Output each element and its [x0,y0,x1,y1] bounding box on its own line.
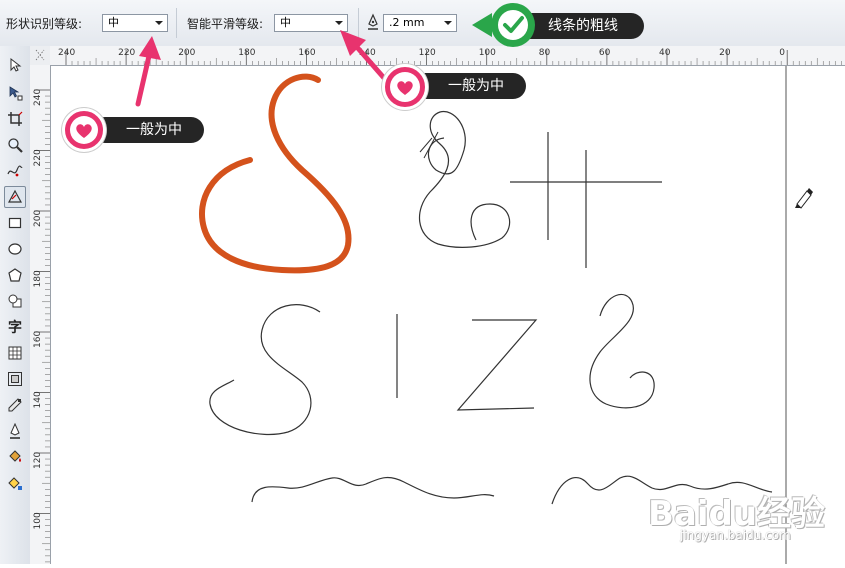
ruler-tick-label: 20 [719,48,731,58]
smart-drawing-tool-icon[interactable] [4,186,26,208]
ellipse-tool-icon[interactable] [4,238,26,260]
vertical-ruler[interactable]: 240 220 200 180 160 140 120 100 [30,65,51,564]
chevron-down-icon [335,21,343,25]
outline-width-dropdown[interactable]: .2 mm [383,14,457,32]
ruler-origin-corner[interactable] [30,46,51,66]
outline-pen-tool-icon[interactable] [4,420,26,442]
ruler-tick-label: 240 [33,89,43,106]
vertical-ruler-scale: 240 220 200 180 160 140 120 100 [33,89,50,563]
ruler-tick-label: 160 [33,331,43,348]
interactive-fill-tool-icon[interactable] [4,472,26,494]
ruler-tick-label: 100 [479,48,496,58]
ruler-tick-label: 220 [118,48,135,58]
crop-tool-icon[interactable] [4,108,26,130]
shape-recognition-label: 形状识别等级: [6,17,83,31]
ruler-tick-label: 100 [33,512,43,529]
orange-freehand-stroke[interactable] [199,73,352,274]
freehand-tool-icon[interactable] [4,160,26,182]
chevron-down-icon [155,21,163,25]
horizontal-ruler-scale: 240 220 200 180 160 140 120 100 80 60 40 20 0 [58,48,842,65]
ruler-tick-label: 180 [238,48,255,58]
toolbar-separator [358,8,359,38]
checkmark-badge-icon [472,3,535,47]
ruler-tick-label: 180 [33,270,43,287]
shape-recognition-value: 中 [108,16,119,29]
smart-smoothing-dropdown[interactable]: 中 [274,14,348,32]
wave-stroke-1[interactable] [251,476,495,503]
ruler-tick-label: 120 [33,452,43,469]
ruler-tick-label: 200 [33,210,43,227]
pick-tool-icon[interactable] [4,54,26,76]
callout-label: 一般为中 [92,117,204,143]
outline-width-value: .2 mm [389,16,425,29]
toolbar-separator [176,8,177,38]
letter-z-stroke[interactable] [456,319,538,411]
zoom-tool-icon[interactable] [4,134,26,156]
chevron-down-icon [444,21,452,25]
shape-tool-icon[interactable] [4,82,26,104]
contour-tool-icon[interactable] [4,368,26,390]
watermark-url: jingyan.baidu.com [680,528,791,542]
ruler-tick-label: 0 [779,48,785,58]
smart-smoothing-label: 智能平滑等级: [187,17,264,31]
table-tool-icon[interactable] [4,342,26,364]
ruler-tick-label: 40 [659,48,671,58]
heart-badge-icon [382,64,428,110]
ruler-tick-label: 160 [298,48,315,58]
swirl-sketch-stroke[interactable] [589,293,655,409]
smart-smoothing-value: 中 [280,16,291,29]
ruler-tick-label: 220 [33,149,43,166]
basic-shapes-tool-icon[interactable] [4,290,26,312]
letter-s-stroke[interactable] [209,304,321,436]
swan-sketch-stroke[interactable] [418,110,511,248]
pencil-cursor-icon [795,188,813,209]
ruler-tick-label: 120 [419,48,436,58]
property-bar: 形状识别等级: 中 智能平滑等级: 中 .2 mm [0,0,845,47]
eyedropper-tool-icon[interactable] [4,394,26,416]
text-tool-icon[interactable]: 字 [4,316,26,338]
ruler-tick-label: 80 [539,48,551,58]
ruler-tick-label: 140 [359,48,376,58]
rectangle-tool-icon[interactable] [4,212,26,234]
ruler-tick-label: 240 [58,48,75,58]
toolbox: 字 [0,46,31,564]
horizontal-ruler[interactable]: 240 220 200 180 160 140 120 100 80 60 40 20 0 [50,46,845,66]
ruler-tick-label: 200 [178,48,195,58]
fill-tool-icon[interactable] [4,446,26,468]
polygon-tool-icon[interactable] [4,264,26,286]
shape-recognition-dropdown[interactable]: 中 [102,14,168,32]
ruler-tick-label: 140 [33,391,43,408]
outline-pen-icon [366,13,380,35]
callout-label: 一般为中 [412,73,526,99]
heart-badge-icon [62,108,106,152]
ruler-tick-label: 60 [599,48,611,58]
